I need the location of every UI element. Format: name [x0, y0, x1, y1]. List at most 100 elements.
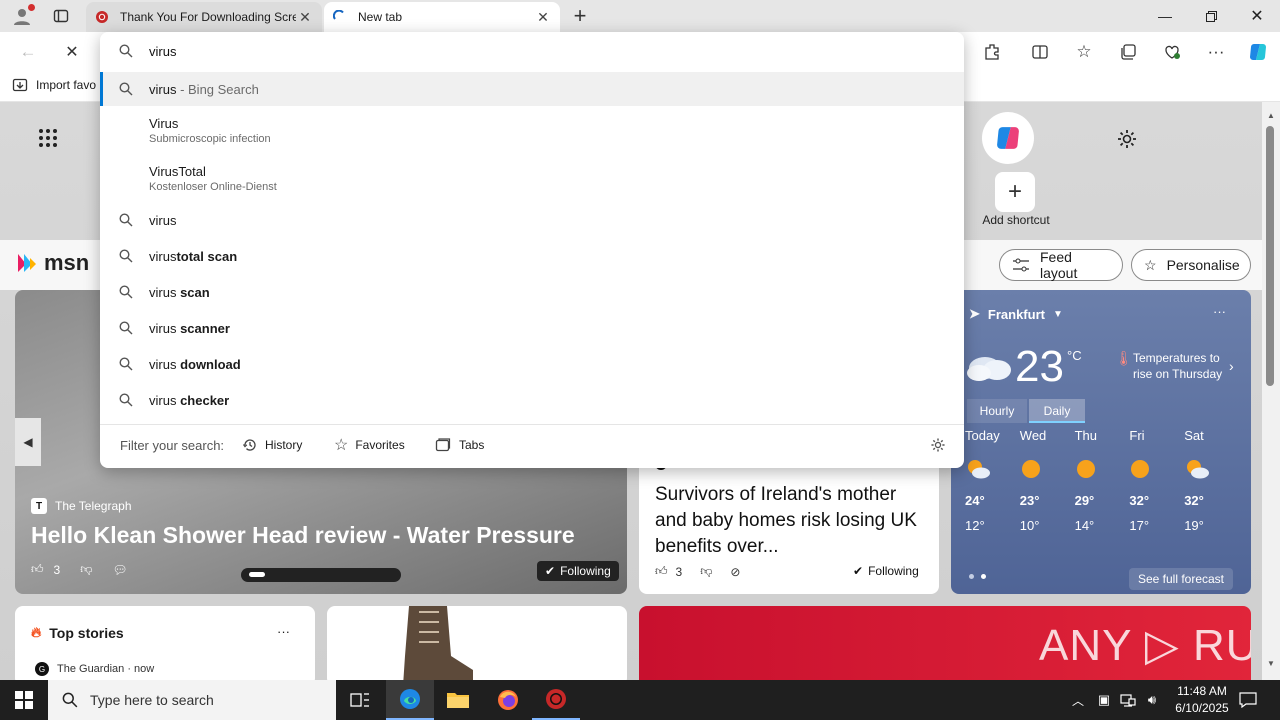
weather-tab-daily[interactable]: Daily: [1029, 399, 1085, 423]
forecast-low: 19°: [1184, 518, 1204, 533]
more-options-icon[interactable]: ···: [1202, 38, 1230, 66]
search-settings-icon[interactable]: [930, 437, 946, 453]
forecast-day[interactable]: Sat 32° 19°: [1184, 428, 1237, 562]
chevron-right-icon[interactable]: ›: [1229, 358, 1234, 374]
pager-dots[interactable]: [969, 574, 986, 579]
search-suggestion[interactable]: virus download: [100, 346, 964, 382]
weather-more-icon[interactable]: ···: [1213, 304, 1226, 319]
close-tab-icon[interactable]: ✕: [296, 8, 314, 26]
scroll-down-icon[interactable]: ▼: [1264, 656, 1278, 670]
story-card[interactable]: G The Guardian · 2 m Survivors of Irelan…: [639, 452, 939, 594]
import-favorites-label: Import favo: [36, 78, 97, 92]
notification-center-icon[interactable]: [1236, 688, 1260, 712]
copilot-button[interactable]: [982, 112, 1034, 164]
volume-icon[interactable]: 🔊︎: [1142, 690, 1162, 710]
firefox-icon[interactable]: [484, 680, 532, 720]
edge-taskbar-icon[interactable]: [386, 680, 434, 720]
following-label: Following: [560, 564, 611, 578]
guardian-logo-icon: G: [35, 662, 49, 676]
carousel-dots[interactable]: [241, 568, 401, 582]
dislike-icon[interactable]: 👎︎: [80, 562, 92, 577]
feed-layout-button[interactable]: Feed layout: [999, 249, 1123, 281]
taskbar-search-box[interactable]: Type here to search: [48, 680, 336, 720]
scroll-up-icon[interactable]: ▲: [1264, 108, 1278, 122]
tab-actions-icon[interactable]: [50, 5, 72, 27]
weather-tab-hourly[interactable]: Hourly: [967, 399, 1027, 423]
forecast-day[interactable]: Thu 29° 14°: [1075, 428, 1128, 562]
collections-icon[interactable]: [1114, 38, 1142, 66]
top-stories-card[interactable]: 🔥︎ Top stories ··· G The Guardian · now: [15, 606, 315, 680]
weather-location[interactable]: ➤ Frankfurt ▼: [969, 306, 1063, 322]
search-icon: [118, 392, 134, 408]
like-icon[interactable]: 👍︎: [31, 562, 44, 577]
entity-suggestion[interactable]: Virus Submicroscopic infection: [100, 112, 964, 152]
suggestion-text: virustotal scan: [149, 249, 237, 264]
filter-favorites-button[interactable]: ☆ Favorites: [334, 435, 405, 455]
carousel-prev-button[interactable]: ◀: [15, 418, 41, 466]
clock[interactable]: 11:48 AM 6/10/2025: [1166, 683, 1238, 717]
address-input-row[interactable]: [100, 32, 964, 70]
filter-tabs-button[interactable]: Tabs: [435, 437, 484, 453]
task-view-icon[interactable]: [336, 680, 384, 720]
suggestion-plain: virus: [149, 284, 181, 300]
chevron-down-icon: ▼: [1052, 308, 1063, 320]
tab-new-tab[interactable]: New tab ✕: [324, 2, 560, 32]
following-badge[interactable]: ✔ Following: [853, 564, 919, 578]
carousel-dot-active: [249, 572, 265, 577]
suggestion-plain: virus: [149, 392, 181, 408]
personalise-button[interactable]: ☆ Personalise: [1131, 249, 1251, 281]
search-icon: [118, 320, 134, 336]
story-title[interactable]: Survivors of Ireland's mother and baby h…: [655, 482, 927, 560]
back-icon[interactable]: ←: [14, 38, 42, 66]
entity-suggestion[interactable]: VirusTotal Kostenloser Online-Dienst: [100, 160, 964, 200]
browser-essentials-icon[interactable]: [1158, 38, 1186, 66]
weather-note[interactable]: Temperatures to rise on Thursday: [1133, 350, 1225, 382]
close-tab-icon[interactable]: ✕: [534, 8, 552, 26]
following-badge[interactable]: ✔ Following: [537, 561, 619, 581]
anyrun-ad-card[interactable]: ANY ▷ RUN: [639, 606, 1251, 680]
minimize-icon[interactable]: —: [1142, 0, 1188, 32]
forecast-day[interactable]: Fri 32° 17°: [1129, 428, 1182, 562]
search-suggestion[interactable]: virus: [100, 202, 964, 238]
search-suggestion[interactable]: virus checker: [100, 382, 964, 418]
network-icon[interactable]: [1118, 690, 1138, 710]
temp-unit: °C: [1067, 348, 1082, 363]
weather-card[interactable]: ➤ Frankfurt ▼ ··· 23 °C 🌡︎ Temperatures …: [951, 290, 1251, 594]
add-shortcut-button[interactable]: +: [995, 172, 1035, 212]
msn-logo[interactable]: msn: [16, 250, 89, 276]
split-screen-icon[interactable]: [1026, 38, 1054, 66]
restore-icon[interactable]: [1188, 0, 1234, 32]
hero-title[interactable]: Hello Klean Shower Head review - Water P…: [31, 522, 611, 549]
new-tab-icon[interactable]: +: [568, 3, 592, 28]
stop-loading-icon[interactable]: ✕: [58, 38, 86, 66]
like-icon[interactable]: 👍︎: [655, 564, 668, 579]
page-settings-icon[interactable]: [1114, 126, 1140, 152]
close-window-icon[interactable]: ✕: [1234, 0, 1280, 32]
tab-downloading[interactable]: Thank You For Downloading Scre ✕: [86, 2, 322, 32]
extensions-icon[interactable]: [978, 38, 1006, 66]
scrollbar-thumb[interactable]: [1266, 126, 1274, 386]
forecast-day[interactable]: Wed 23° 10°: [1020, 428, 1073, 562]
filter-history-button[interactable]: History: [242, 437, 302, 453]
file-explorer-icon[interactable]: [434, 680, 482, 720]
top-stories-more-button[interactable]: ···: [277, 624, 290, 639]
dislike-icon[interactable]: 👎︎: [700, 564, 712, 579]
app-launcher-icon[interactable]: [36, 126, 60, 150]
search-suggestion[interactable]: virustotal scan: [100, 238, 964, 274]
show-hidden-icons[interactable]: ︿: [1068, 690, 1088, 710]
device-icon[interactable]: ▣: [1094, 690, 1114, 710]
recorder-app-icon[interactable]: [532, 680, 580, 720]
import-favorites-button[interactable]: Import favo: [12, 77, 96, 93]
search-suggestion[interactable]: virus scan: [100, 274, 964, 310]
see-full-forecast-link[interactable]: See full forecast: [1129, 568, 1233, 590]
windows-start-icon[interactable]: [0, 680, 48, 720]
search-suggestion[interactable]: virus scanner: [100, 310, 964, 346]
forecast-day[interactable]: Today 24° 12°: [965, 428, 1018, 562]
favorites-icon[interactable]: ☆: [1070, 38, 1098, 66]
hide-icon[interactable]: ⊘: [730, 565, 740, 579]
bing-search-suggestion[interactable]: virus - Bing Search: [100, 72, 964, 106]
product-card[interactable]: [327, 606, 627, 680]
address-input[interactable]: [149, 41, 929, 61]
comment-icon[interactable]: 💬︎: [112, 563, 127, 577]
copilot-icon[interactable]: [1244, 38, 1272, 66]
